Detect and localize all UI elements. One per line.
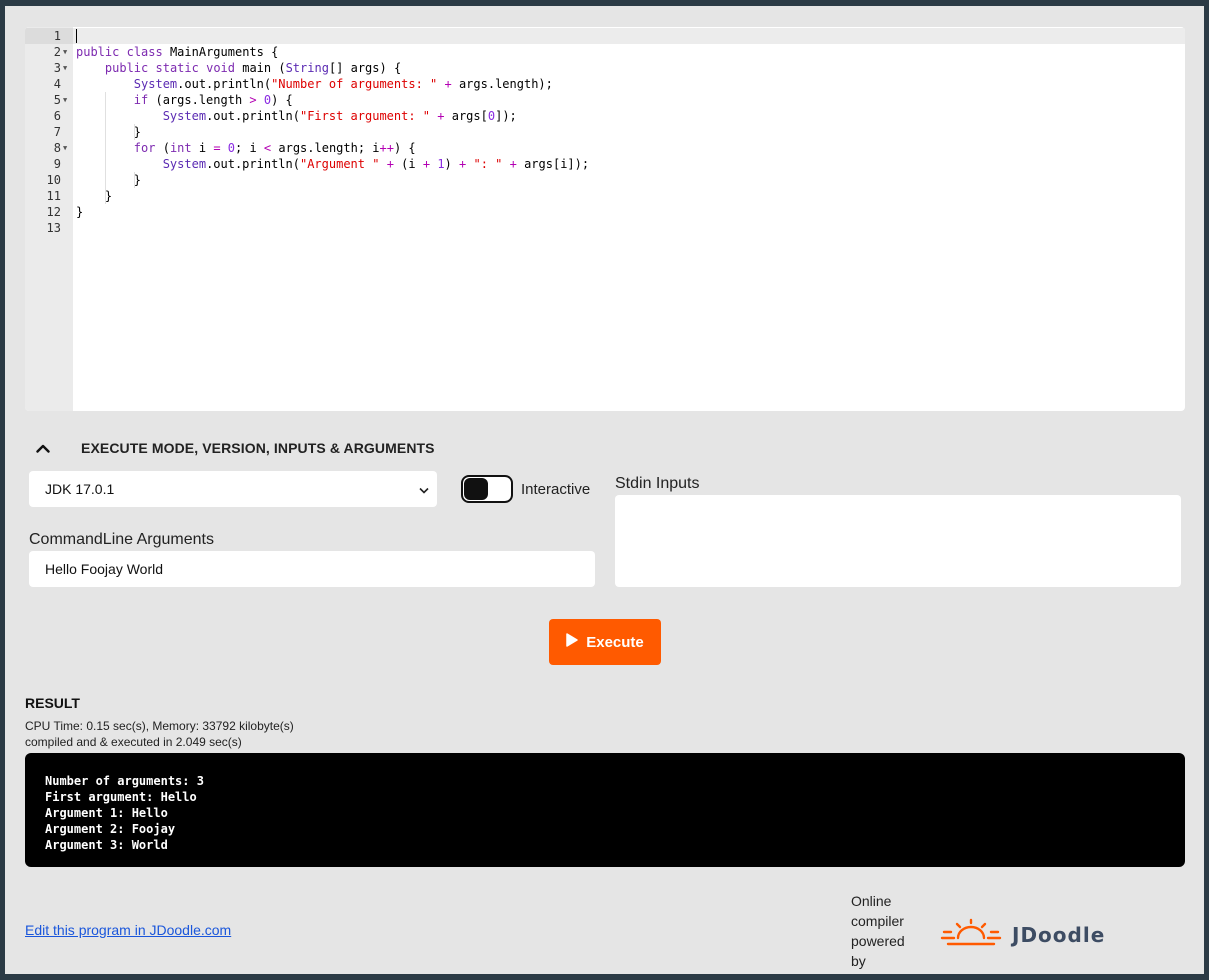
execution-time: compiled and & executed in 2.049 sec(s) — [25, 735, 242, 749]
code-line[interactable]: } — [76, 188, 589, 204]
line-number: 7 — [53, 125, 61, 139]
code-line[interactable]: System.out.println("Argument " + (i + 1)… — [76, 156, 589, 172]
fold-toggle-icon[interactable]: ▼ — [63, 92, 67, 108]
line-number: 13 — [46, 221, 61, 235]
code-line[interactable]: ​ — [76, 220, 589, 236]
logo-text: JDoodle — [1012, 922, 1106, 947]
code-line[interactable]: public class MainArguments { — [76, 44, 589, 60]
result-stats: CPU Time: 0.15 sec(s), Memory: 33792 kil… — [25, 718, 294, 750]
code-line[interactable]: } — [76, 124, 589, 140]
output-line: Argument 3: World — [45, 838, 168, 852]
chevron-down-icon — [419, 481, 429, 497]
chevron-up-icon[interactable] — [25, 444, 61, 453]
line-number: 6 — [53, 109, 61, 123]
toggle-knob — [464, 478, 488, 500]
sun-logo-icon — [940, 918, 1002, 951]
cpu-memory-stats: CPU Time: 0.15 sec(s), Memory: 33792 kil… — [25, 719, 294, 733]
output-line: Argument 2: Foojay — [45, 822, 176, 836]
fold-toggle-icon[interactable]: ▼ — [63, 60, 67, 76]
output-line: First argument: Hello — [45, 790, 197, 804]
output-line: Number of arguments: 3 — [45, 774, 204, 788]
code-line[interactable]: System.out.println("First argument: " + … — [76, 108, 589, 124]
powered-by-text: Online compiler powered by — [851, 893, 905, 969]
jdoodle-embed: 12▼3▼45▼678▼910111213 ​public class Main… — [5, 6, 1204, 974]
interactive-label: Interactive — [521, 481, 591, 498]
code-line[interactable]: for (int i = 0; i < args.length; i++) { — [76, 140, 589, 156]
fold-toggle-icon[interactable]: ▼ — [63, 44, 67, 60]
line-number: 10 — [46, 173, 61, 187]
version-select[interactable]: JDK 17.0.1 — [29, 471, 437, 507]
result-title: RESULT — [25, 695, 80, 711]
output-line: Argument 1: Hello — [45, 806, 168, 820]
version-select-value: JDK 17.0.1 — [45, 481, 115, 497]
code-content[interactable]: ​public class MainArguments { public sta… — [76, 28, 589, 236]
args-label: CommandLine Arguments — [29, 531, 214, 548]
code-line[interactable]: public static void main (String[] args) … — [76, 60, 589, 76]
line-number: 2 — [53, 45, 61, 59]
code-line[interactable]: if (args.length > 0) { — [76, 92, 589, 108]
output-console: Number of arguments: 3 First argument: He… — [25, 753, 1185, 867]
code-line[interactable]: ​ — [76, 28, 589, 44]
play-icon — [566, 633, 578, 651]
execute-section-header[interactable]: EXECUTE MODE, VERSION, INPUTS & ARGUMENT… — [25, 435, 525, 461]
line-number: 1 — [53, 29, 61, 43]
line-number: 8 — [53, 141, 61, 155]
line-number: 11 — [46, 189, 61, 203]
interactive-toggle[interactable] — [461, 475, 513, 503]
line-number: 9 — [53, 157, 61, 171]
text-cursor — [76, 29, 77, 43]
code-line[interactable]: System.out.println("Number of arguments:… — [76, 76, 589, 92]
line-number: 3 — [53, 61, 61, 75]
jdoodle-logo[interactable]: JDoodle — [940, 918, 1105, 951]
stdin-label: Stdin Inputs — [615, 475, 700, 492]
line-number: 5 — [53, 93, 61, 107]
stdin-input[interactable] — [615, 495, 1181, 587]
line-number: 12 — [46, 205, 61, 219]
edit-in-jdoodle-link[interactable]: Edit this program in JDoodle.com — [25, 922, 231, 938]
fold-toggle-icon[interactable]: ▼ — [63, 140, 67, 156]
execute-section-title: EXECUTE MODE, VERSION, INPUTS & ARGUMENT… — [81, 440, 435, 456]
execute-label: Execute — [586, 633, 644, 651]
line-number: 4 — [53, 77, 61, 91]
code-editor[interactable]: 12▼3▼45▼678▼910111213 ​public class Main… — [25, 27, 1185, 411]
code-line[interactable]: } — [76, 204, 589, 220]
execute-button[interactable]: Execute — [549, 619, 661, 665]
code-line[interactable]: } — [76, 172, 589, 188]
args-input[interactable] — [29, 551, 595, 587]
